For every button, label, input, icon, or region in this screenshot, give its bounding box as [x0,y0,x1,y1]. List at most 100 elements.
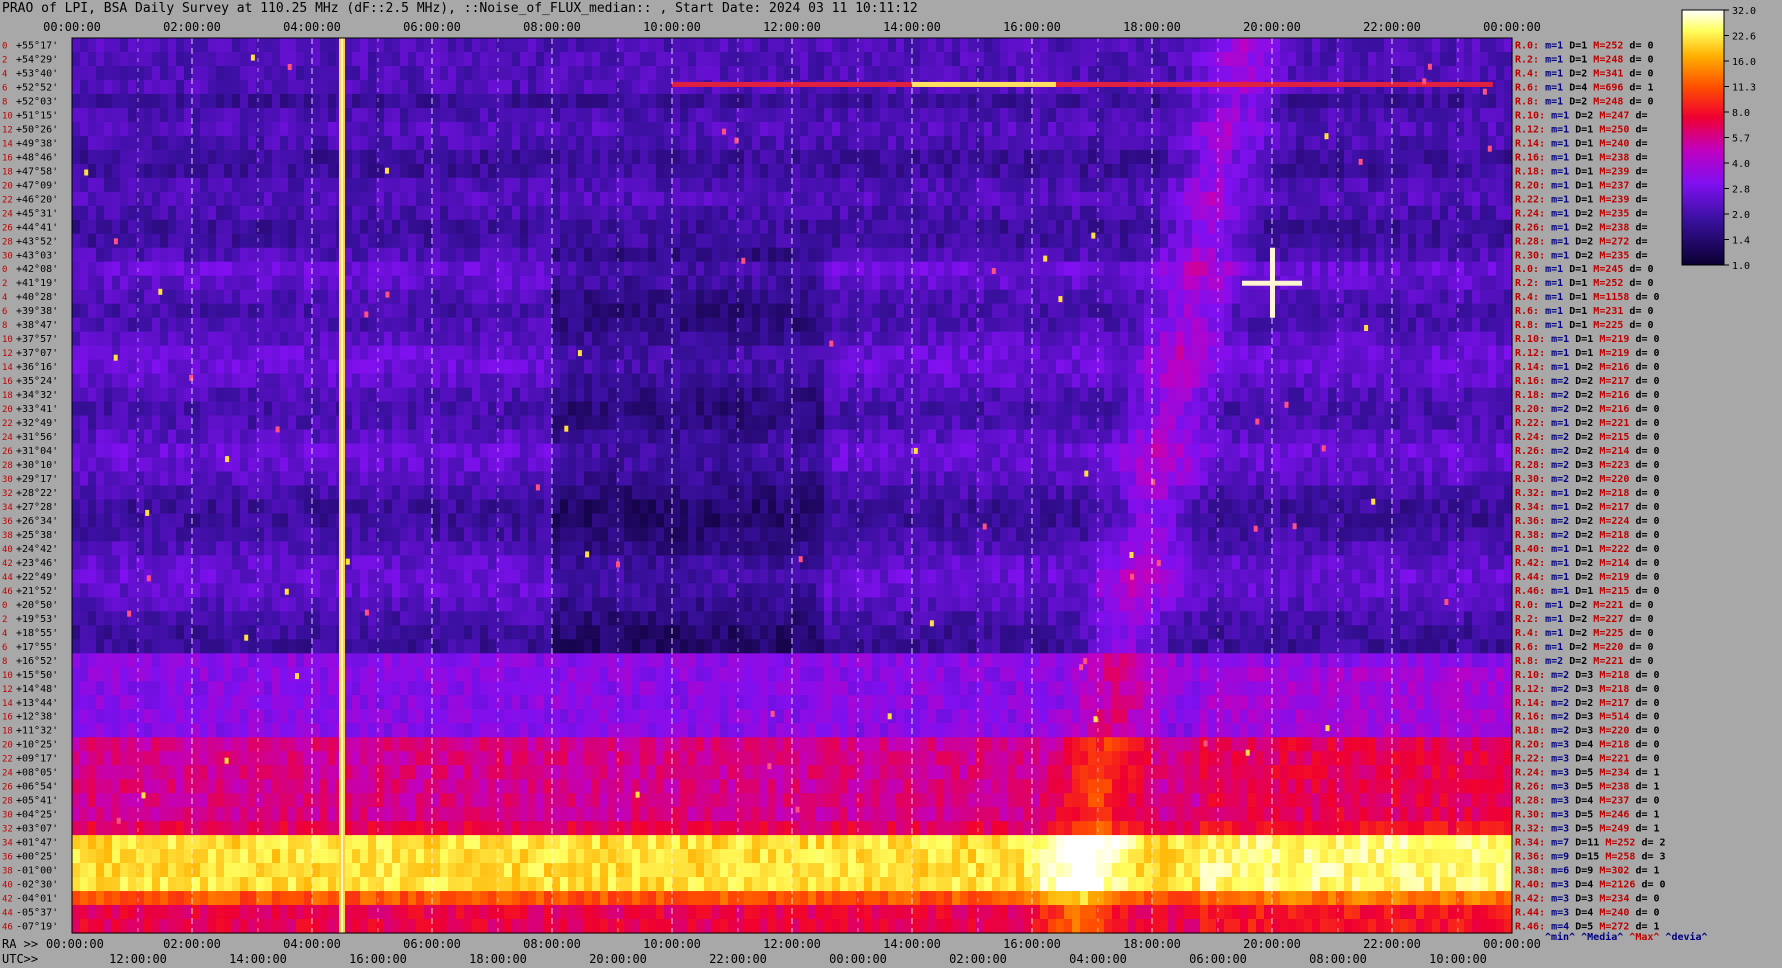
heatmap-cell [848,317,857,333]
heatmap-cell [632,233,641,249]
heatmap-cell [1168,331,1177,347]
heatmap-cell [624,219,633,235]
heatmap-cell [1056,345,1065,361]
heatmap-cell [152,303,161,319]
heatmap-cell [376,373,385,389]
heatmap-cell [840,359,849,375]
heatmap-cell [1320,317,1329,333]
heatmap-cell [432,51,441,67]
heatmap-cell [1392,317,1401,333]
heatmap-cell [1080,65,1089,81]
heatmap-cell [1232,135,1241,151]
heatmap-cell [1056,163,1065,179]
heatmap-cell [672,401,681,417]
heatmap-cell [264,345,273,361]
heatmap-cell [1056,261,1065,277]
heatmap-cell [648,177,657,193]
heatmap-cell [1064,107,1073,123]
heatmap-cell [584,345,593,361]
heatmap-cell [1024,317,1033,333]
heatmap-cell [840,275,849,291]
heatmap-cell [856,415,865,431]
heatmap-cell [1144,233,1153,249]
heatmap-cell [344,275,353,291]
heatmap-cell [872,401,881,417]
heatmap-cell [1376,275,1385,291]
heatmap-cell [1256,345,1265,361]
heatmap-cell [624,303,633,319]
heatmap-cell [376,205,385,221]
heatmap-cell [344,135,353,151]
heatmap-cell [456,219,465,235]
heatmap-cell [224,233,233,249]
heatmap-cell [88,149,97,165]
heatmap-cell [1208,247,1217,263]
heatmap-cell [1216,401,1225,417]
heatmap-cell [784,289,793,305]
heatmap-cell [1080,205,1089,221]
heatmap-cell [960,317,969,333]
heatmap-cell [1384,219,1393,235]
heatmap-cell [1448,303,1457,319]
heatmap-cell [856,303,865,319]
heatmap-cell [584,51,593,67]
heatmap-cell [496,415,505,431]
heatmap-cell [208,359,217,375]
heatmap-cell [512,93,521,109]
heatmap-cell [240,331,249,347]
heatmap-cell [592,205,601,221]
heatmap-cell [1432,51,1441,67]
heatmap-cell [496,205,505,221]
heatmap-cell [216,289,225,305]
heatmap-cell [448,261,457,277]
heatmap-cell [544,233,553,249]
heatmap-cell [288,205,297,221]
heatmap-cell [136,107,145,123]
heatmap-cell [1424,275,1433,291]
heatmap-cell [368,289,377,305]
heatmap-cell [1504,205,1513,221]
heatmap-cell [520,247,529,263]
heatmap-cell [1280,107,1289,123]
heatmap-cell [968,233,977,249]
heatmap-cell [944,163,953,179]
heatmap-cell [536,275,545,291]
heatmap-cell [192,233,201,249]
heatmap-cell [536,149,545,165]
heatmap-cell [1048,415,1057,431]
heatmap-cell [560,121,569,137]
heatmap-cell [1192,177,1201,193]
heatmap-cell [424,79,433,95]
heatmap-cell [416,121,425,137]
heatmap-cell [968,163,977,179]
heatmap-cell [1072,219,1081,235]
heatmap-cell [760,93,769,109]
heatmap-cell [648,261,657,277]
heatmap-cell [792,317,801,333]
heatmap-cell [424,303,433,319]
heatmap-cell [112,373,121,389]
heatmap-cell [608,289,617,305]
heatmap-cell [1448,373,1457,389]
heatmap-cell [952,219,961,235]
heatmap-cell [1048,219,1057,235]
heatmap-cell [664,387,673,403]
heatmap-cell [1144,51,1153,67]
heatmap-cell [584,415,593,431]
heatmap-cell [496,401,505,417]
heatmap-cell [168,107,177,123]
heatmap-cell [328,317,337,333]
heatmap-cell [192,93,201,109]
heatmap-cell [952,275,961,291]
heatmap-cell [144,373,153,389]
heatmap-cell [736,275,745,291]
heatmap-cell [1008,317,1017,333]
heatmap-cell [472,387,481,403]
heatmap-cell [696,275,705,291]
heatmap-cell [1008,163,1017,179]
heatmap-cell [968,107,977,123]
heatmap-cell [264,275,273,291]
heatmap-cell [488,373,497,389]
heatmap-cell [368,79,377,95]
heatmap-cell [488,303,497,319]
